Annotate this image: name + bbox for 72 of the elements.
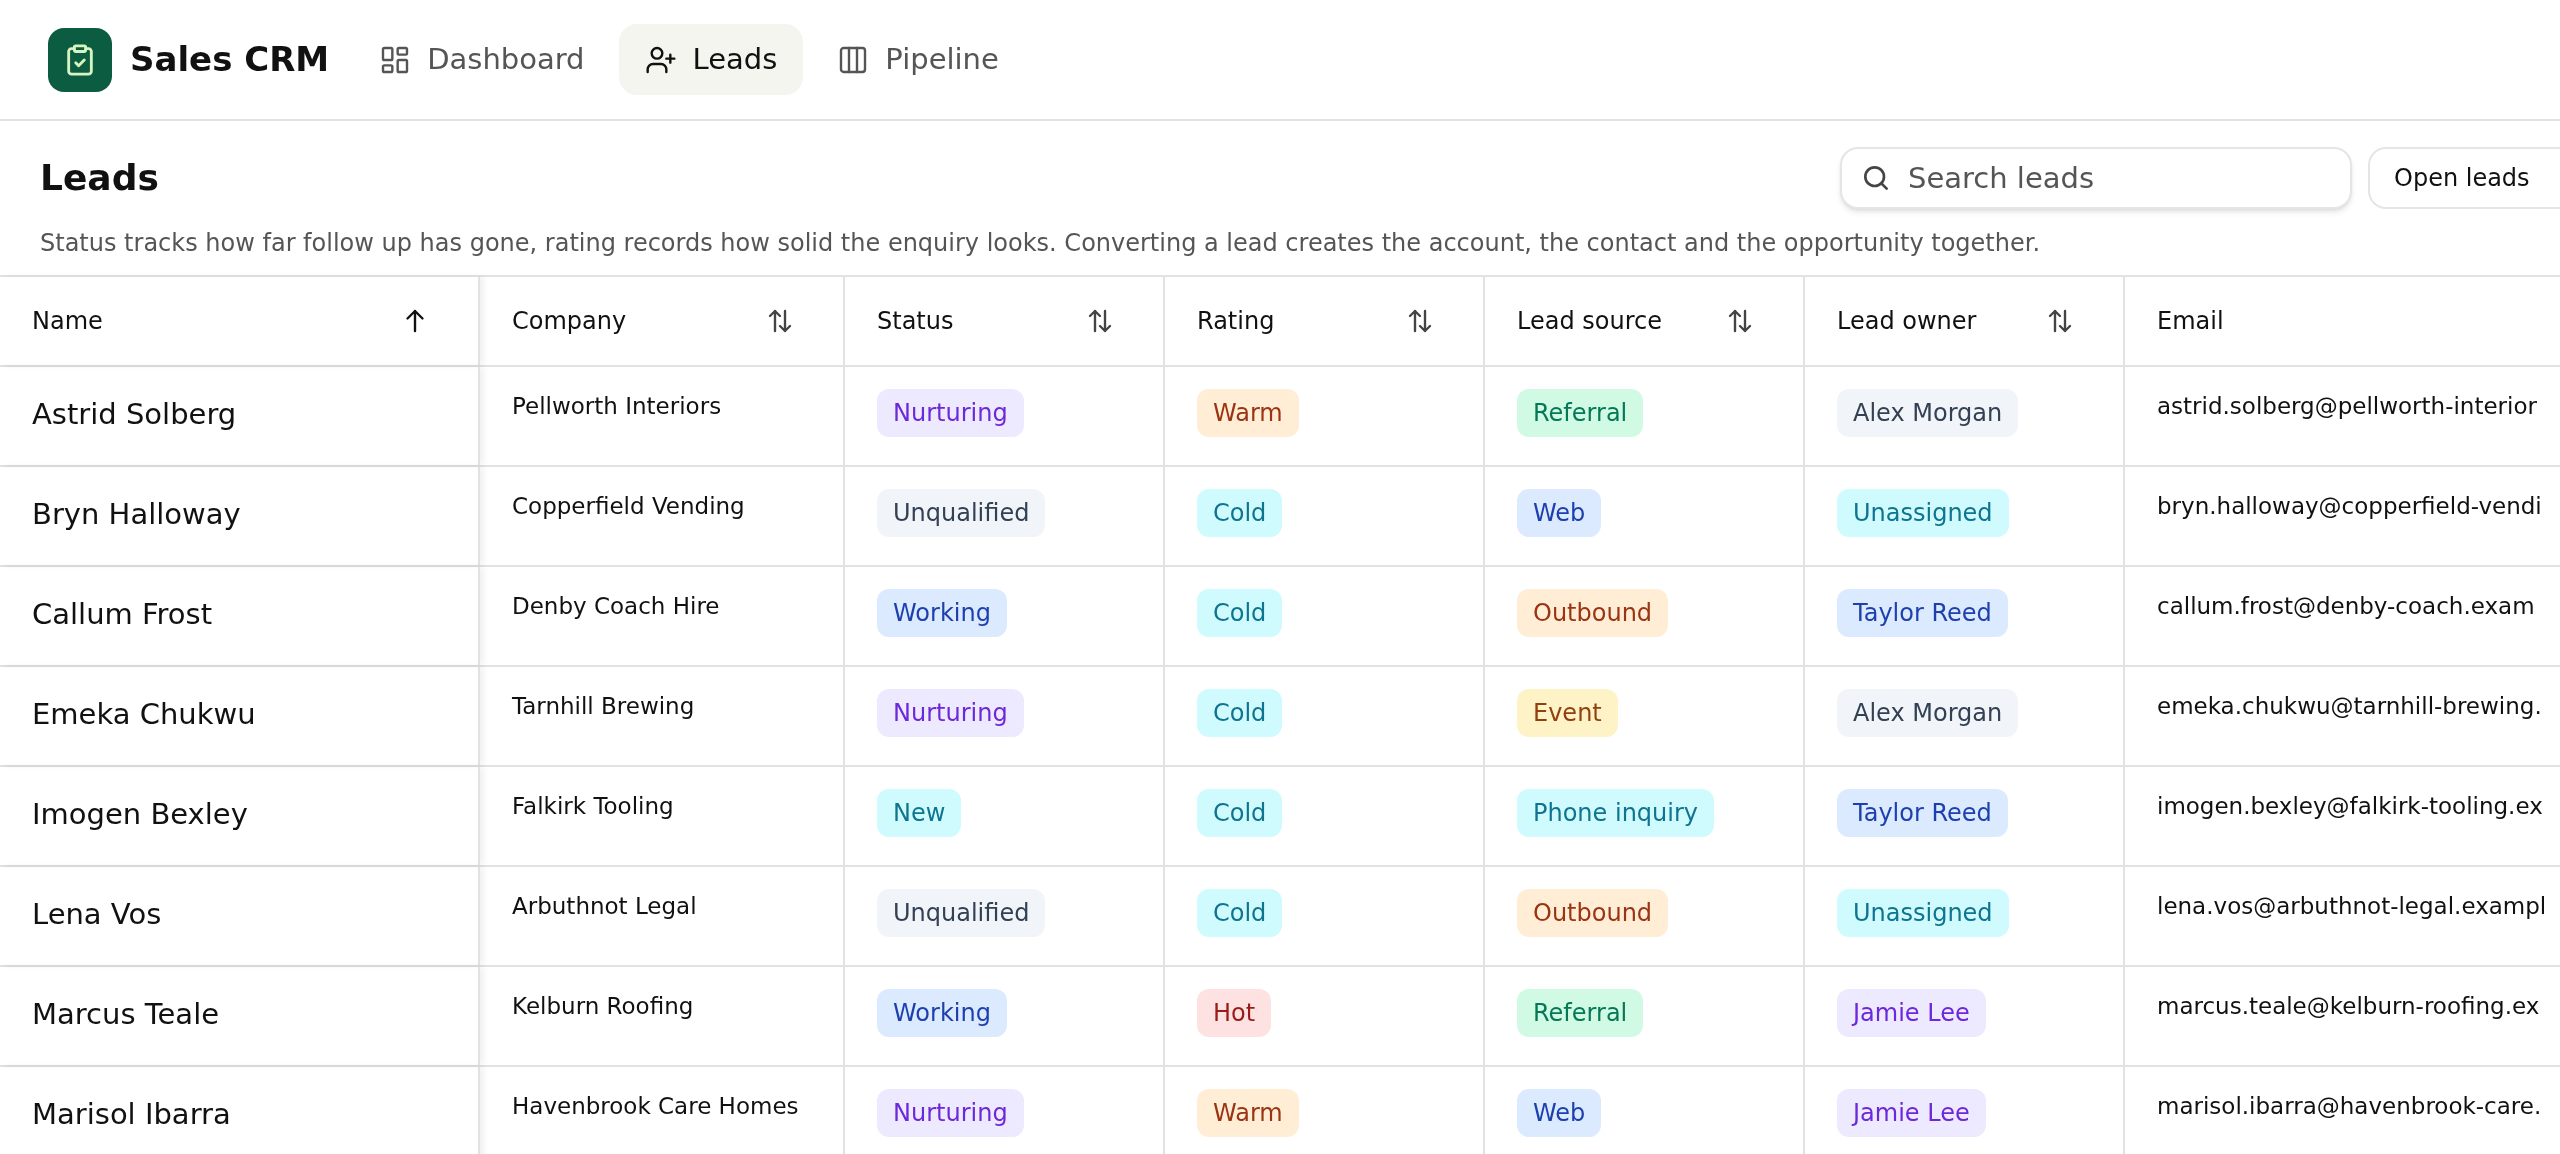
- tag: Taylor Reed: [1837, 589, 2008, 637]
- tag: Alex Morgan: [1837, 689, 2019, 737]
- tag: Referral: [1517, 989, 1644, 1037]
- company-name: Falkirk Tooling: [512, 792, 674, 821]
- email-address: bryn.halloway@copperfield-vendi: [2157, 492, 2542, 521]
- tag: Cold: [1197, 889, 1283, 937]
- tag: Web: [1517, 489, 1602, 537]
- tag: Jamie Lee: [1837, 989, 1986, 1037]
- lead-name[interactable]: Marisol Ibarra: [32, 1093, 231, 1137]
- tag: Unqualified: [877, 889, 1046, 937]
- company-name: Denby Coach Hire: [512, 592, 720, 621]
- email-address: emeka.chukwu@tarnhill-brewing.: [2157, 692, 2542, 721]
- company-name: Tarnhill Brewing: [512, 692, 695, 721]
- column-header[interactable]: Status: [877, 303, 954, 339]
- company-name: Havenbrook Care Homes: [512, 1092, 799, 1121]
- nav-tab[interactable]: Leads: [618, 24, 804, 95]
- email-address: astrid.solberg@pellworth-interior: [2157, 392, 2537, 421]
- tag: Event: [1517, 689, 1618, 737]
- company-name: Kelburn Roofing: [512, 992, 694, 1021]
- email-address: marisol.ibarra@havenbrook-care.: [2157, 1092, 2542, 1121]
- email-address: lena.vos@arbuthnot-legal.exampl: [2157, 892, 2547, 921]
- tag: Referral: [1517, 389, 1644, 437]
- column-header[interactable]: Lead source: [1517, 303, 1662, 339]
- search-field[interactable]: Search leads: [1840, 147, 2352, 209]
- tag: New: [877, 789, 962, 837]
- tag: Working: [877, 589, 1007, 637]
- lead-name[interactable]: Imogen Bexley: [32, 793, 248, 837]
- tag: Web: [1517, 1089, 1602, 1137]
- tag: Cold: [1197, 789, 1283, 837]
- column-header[interactable]: Name: [32, 303, 103, 339]
- company-name: Copperfield Vending: [512, 492, 745, 521]
- tag: Outbound: [1517, 589, 1669, 637]
- email-address: callum.frost@denby-coach.exam: [2157, 592, 2535, 621]
- lead-name[interactable]: Bryn Halloway: [32, 493, 241, 537]
- tag: Unassigned: [1837, 889, 2009, 937]
- tag: Hot: [1197, 989, 1272, 1037]
- lead-name[interactable]: Emeka Chukwu: [32, 693, 256, 737]
- tag: Taylor Reed: [1837, 789, 2008, 837]
- nav-tab[interactable]: Pipeline: [811, 24, 1025, 95]
- lead-name[interactable]: Callum Frost: [32, 593, 213, 637]
- tag: Phone inquiry: [1517, 789, 1715, 837]
- tag: Nurturing: [877, 1089, 1024, 1137]
- filter-button[interactable]: Open leads: [2368, 147, 2560, 209]
- email-address: imogen.bexley@falkirk-tooling.ex: [2157, 792, 2543, 821]
- tag: Nurturing: [877, 689, 1024, 737]
- tag: Warm: [1197, 1089, 1299, 1137]
- email-address: marcus.teale@kelburn-roofing.ex: [2157, 992, 2540, 1021]
- tag: Outbound: [1517, 889, 1669, 937]
- lead-name[interactable]: Marcus Teale: [32, 993, 220, 1037]
- logo-icon: [48, 27, 112, 92]
- lead-name[interactable]: Astrid Solberg: [32, 393, 237, 437]
- column-header[interactable]: Lead owner: [1837, 303, 1977, 339]
- column-header[interactable]: Email: [2157, 303, 2224, 339]
- column-header[interactable]: Rating: [1197, 303, 1275, 339]
- tag: Unassigned: [1837, 489, 2009, 537]
- page-description: Status tracks how far follow up has gone, rating records how solid the enquiry looks. Converting a lead creates the account, the contact and the opportunity together.: [40, 228, 2041, 259]
- tag: Working: [877, 989, 1007, 1037]
- tag: Cold: [1197, 589, 1283, 637]
- page-title: Leads: [40, 156, 159, 200]
- nav-tab[interactable]: Dashboard: [353, 24, 611, 95]
- app-title: Sales CRM: [130, 38, 330, 81]
- tag: Cold: [1197, 689, 1283, 737]
- tag: Jamie Lee: [1837, 1089, 1986, 1137]
- tag: Cold: [1197, 489, 1283, 537]
- lead-name[interactable]: Lena Vos: [32, 893, 162, 937]
- tag: Warm: [1197, 389, 1299, 437]
- tag: Alex Morgan: [1837, 389, 2019, 437]
- tag: Unqualified: [877, 489, 1046, 537]
- tag: Nurturing: [877, 389, 1024, 437]
- column-header[interactable]: Company: [512, 303, 627, 339]
- company-name: Arbuthnot Legal: [512, 892, 697, 921]
- company-name: Pellworth Interiors: [512, 392, 722, 421]
